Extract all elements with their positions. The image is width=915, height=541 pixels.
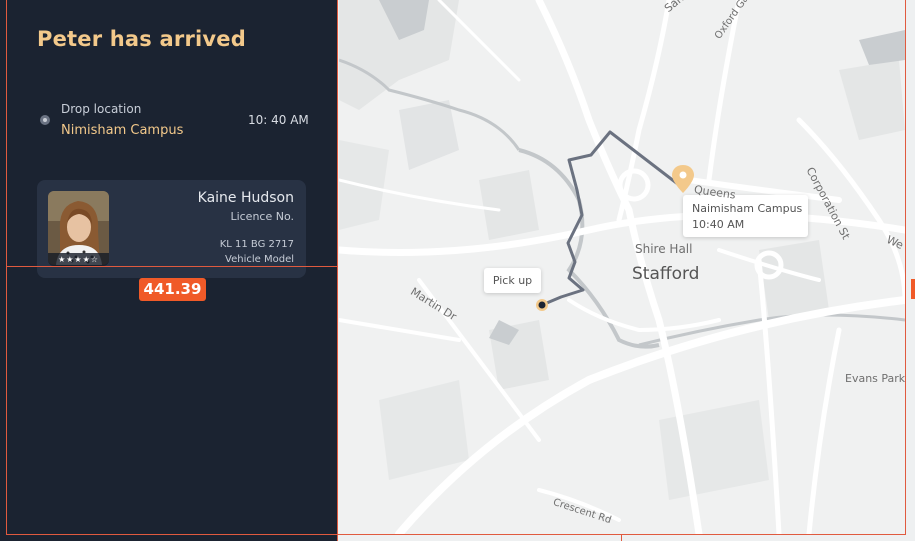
map-label-stafford: Stafford xyxy=(632,264,700,284)
vehicle-model-label: Vehicle Model xyxy=(225,254,294,265)
drop-location-marker-icon xyxy=(40,115,50,125)
licence-plate: KL 11 BG 2717 xyxy=(219,239,294,250)
pickup-tooltip[interactable]: Pick up xyxy=(484,268,541,293)
drop-location-value[interactable]: Nimisham Campus xyxy=(61,123,183,138)
map-label-evans-park: Evans Park xyxy=(845,372,906,385)
destination-tooltip[interactable]: Naimisham Campus 10:40 AM xyxy=(683,195,808,237)
driver-name: Kaine Hudson xyxy=(197,190,294,206)
guide-line-left xyxy=(6,0,7,535)
drop-location-label: Drop location xyxy=(61,102,142,116)
destination-time: 10:40 AM xyxy=(692,218,745,231)
map-label-shire-hall: Shire Hall xyxy=(635,242,693,256)
measurement-badge: 441.39 xyxy=(139,278,206,301)
guide-line-measure xyxy=(6,266,338,267)
licence-label: Licence No. xyxy=(230,210,294,223)
route-map[interactable] xyxy=(339,0,905,534)
destination-name: Naimisham Campus xyxy=(692,202,803,215)
drop-time: 10: 40 AM xyxy=(248,113,309,127)
guide-line-tick xyxy=(621,534,622,541)
page-title: Peter has arrived xyxy=(37,27,246,51)
guide-line-bottom xyxy=(6,534,906,535)
guide-line-right xyxy=(905,0,906,535)
edge-indicator xyxy=(911,279,915,299)
guide-line-panel-edge xyxy=(337,0,338,541)
driver-rating-stars: ★★★★☆ xyxy=(48,253,109,266)
